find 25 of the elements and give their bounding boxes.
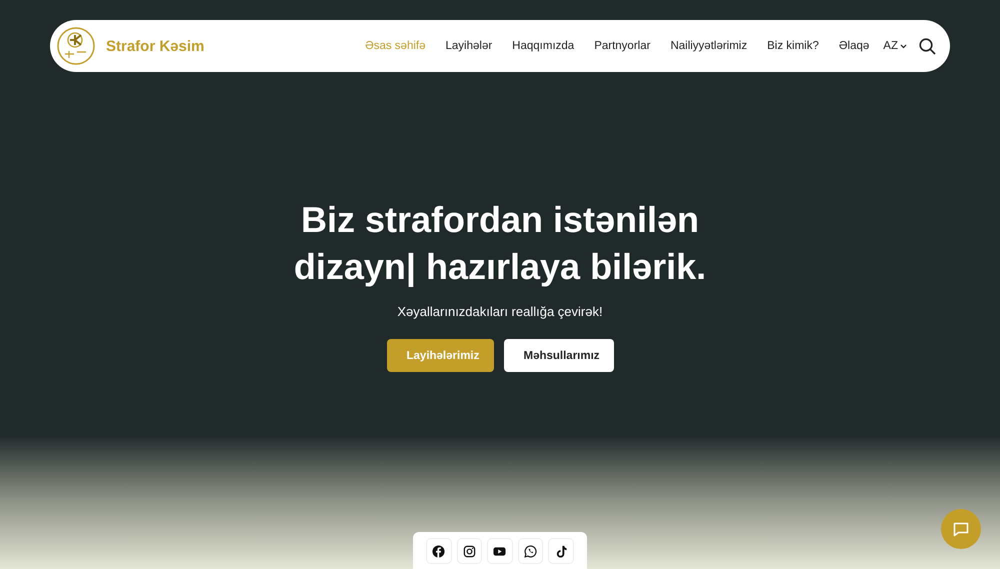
social-link[interactable] xyxy=(548,538,574,564)
nav-link[interactable]: Əlaqə xyxy=(838,40,870,52)
social-link[interactable] xyxy=(487,538,513,564)
search-icon[interactable] xyxy=(919,38,936,54)
caret-icon xyxy=(900,44,907,48)
tiktok-icon xyxy=(554,544,568,558)
whatsapp-icon xyxy=(524,544,538,558)
language-selector[interactable]: AZ xyxy=(883,40,907,52)
facebook-icon xyxy=(432,544,446,558)
hero-heading: Biz strafordan istənilən dizayn| hazırlaya bilərik. xyxy=(292,198,708,289)
youtube-icon xyxy=(493,544,506,558)
nav-link[interactable]: Biz kimik? xyxy=(767,40,819,52)
social-link[interactable] xyxy=(456,538,482,564)
chat-icon xyxy=(953,522,969,536)
nav-link[interactable]: Partnyorlar xyxy=(594,40,650,52)
logo-icon xyxy=(56,26,96,66)
instagram-icon xyxy=(462,544,476,558)
nav-link[interactable]: Nailiyyətlərimiz xyxy=(670,40,748,52)
nav-link[interactable]: Layihələr xyxy=(446,40,492,52)
hero-subtitle: Xəyallarınızdakıları reallığa çevirək! xyxy=(397,304,603,319)
nav-link[interactable]: Haqqımızda xyxy=(512,40,574,52)
social-link[interactable] xyxy=(426,538,452,564)
social-link[interactable] xyxy=(518,538,544,564)
products-button[interactable]: Məhsullarımız xyxy=(504,339,614,372)
chat-button[interactable] xyxy=(941,509,981,549)
